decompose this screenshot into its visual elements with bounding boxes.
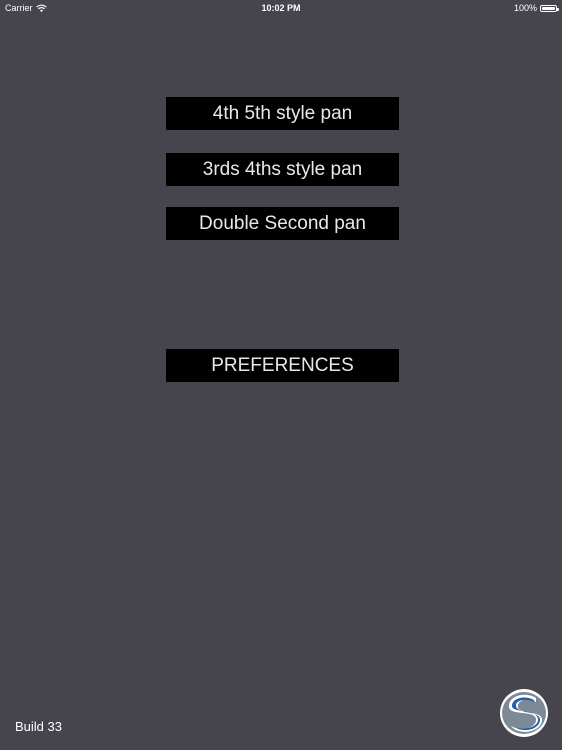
double-second-pan-button[interactable]: Double Second pan: [166, 207, 399, 240]
preferences-button[interactable]: PREFERENCES: [166, 349, 399, 382]
thirds-fourths-style-pan-button[interactable]: 3rds 4ths style pan: [166, 153, 399, 186]
battery-level-fill: [542, 6, 555, 10]
status-bar: Carrier 10:02 PM 100%: [0, 0, 562, 16]
build-label: Build 33: [15, 719, 62, 734]
fourth-fifth-style-pan-button[interactable]: 4th 5th style pan: [166, 97, 399, 130]
battery-status: 100%: [513, 3, 559, 13]
app-logo-icon[interactable]: [499, 688, 549, 738]
battery-percent: 100%: [513, 3, 537, 13]
battery-icon: [540, 4, 559, 12]
clock: 10:02 PM: [261, 3, 301, 13]
